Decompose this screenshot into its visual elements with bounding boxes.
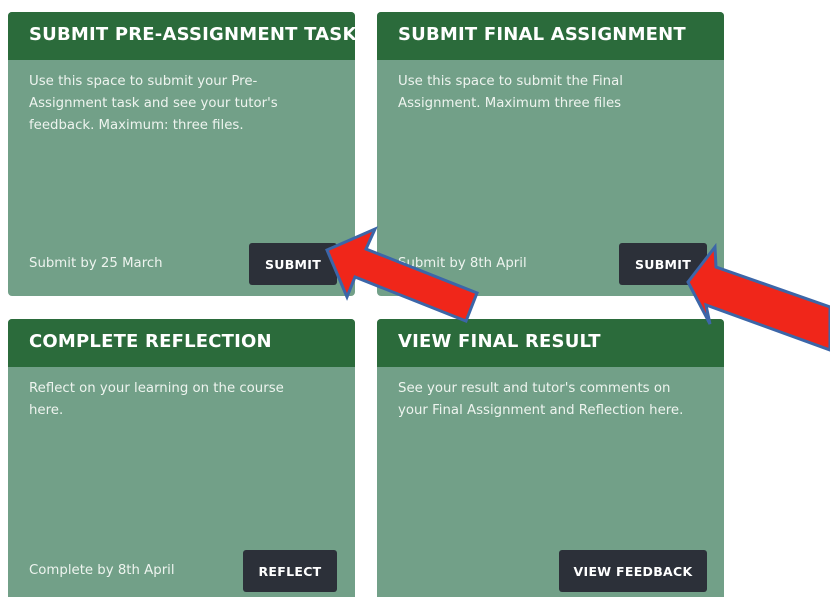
card-title: VIEW FINAL RESULT (398, 331, 601, 352)
submit-final-assignment-button[interactable]: SUBMIT (619, 243, 707, 285)
card-deadline: Submit by 25 March (29, 256, 163, 271)
card-deadline: Submit by 8th April (398, 256, 527, 271)
card-title: SUBMIT FINAL ASSIGNMENT (398, 24, 686, 45)
card-title: SUBMIT PRE-ASSIGNMENT TASK (29, 24, 355, 45)
card-header: COMPLETE REFLECTION (8, 319, 355, 367)
submit-pre-assignment-button[interactable]: SUBMIT (249, 243, 337, 285)
view-feedback-button[interactable]: VIEW FEEDBACK (559, 550, 707, 592)
reflect-button[interactable]: REFLECT (243, 550, 337, 592)
card-description: Reflect on your learning on the course h… (29, 381, 284, 418)
card-submit-pre-assignment: SUBMIT PRE-ASSIGNMENT TASK Use this spac… (8, 12, 355, 296)
card-description: See your result and tutor's comments on … (398, 381, 684, 418)
card-description: Use this space to submit your Pre-Assign… (29, 74, 278, 133)
course-task-grid: SUBMIT PRE-ASSIGNMENT TASK Use this spac… (0, 0, 830, 597)
card-header: VIEW FINAL RESULT (377, 319, 724, 367)
card-description: Use this space to submit the Final Assig… (398, 74, 623, 111)
card-header: SUBMIT PRE-ASSIGNMENT TASK (8, 12, 355, 60)
card-title: COMPLETE REFLECTION (29, 331, 272, 352)
card-complete-reflection: COMPLETE REFLECTION Reflect on your lear… (8, 319, 355, 597)
card-deadline: Complete by 8th April (29, 563, 175, 578)
card-view-final-result: VIEW FINAL RESULT See your result and tu… (377, 319, 724, 597)
card-header: SUBMIT FINAL ASSIGNMENT (377, 12, 724, 60)
card-submit-final-assignment: SUBMIT FINAL ASSIGNMENT Use this space t… (377, 12, 724, 296)
